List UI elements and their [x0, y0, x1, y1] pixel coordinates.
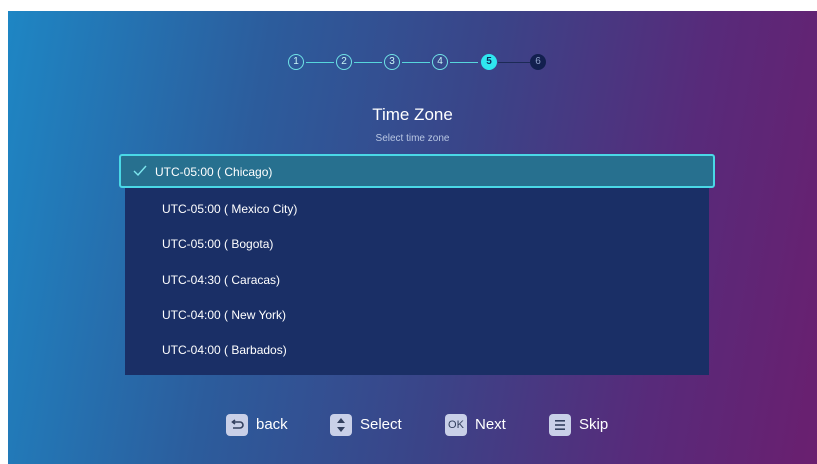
menu-icon: [549, 414, 571, 436]
select-label: Select: [360, 416, 402, 433]
timezone-label: UTC-04:00 ( New York): [162, 308, 287, 322]
page-subtitle: Select time zone: [375, 133, 450, 144]
timezone-label: UTC-05:00 ( Bogota): [162, 237, 274, 251]
stepper-connector: [450, 62, 478, 63]
setup-stepper: 1 2 3 4 5 6: [8, 51, 817, 75]
timezone-item[interactable]: UTC-05:00 ( Bogota): [125, 226, 709, 261]
stepper-connector: [498, 62, 530, 63]
step-3: 3: [384, 54, 400, 70]
back-key-icon: [226, 414, 248, 436]
step-1: 1: [288, 54, 304, 70]
stepper-connector: [306, 62, 334, 63]
step-2: 2: [336, 54, 352, 70]
next-label: Next: [475, 416, 506, 433]
skip-label: Skip: [579, 416, 609, 433]
step-4: 4: [432, 54, 448, 70]
ok-key-icon: OK: [445, 414, 467, 436]
page-title: Time Zone: [372, 105, 453, 124]
timezone-item[interactable]: UTC-04:00 ( Barbados): [125, 332, 709, 367]
timezone-label: UTC-04:30 ( Caracas): [162, 273, 281, 287]
up-down-arrows-icon: [330, 414, 352, 436]
timezone-label: UTC-05:00 ( Chicago): [155, 165, 273, 179]
timezone-item-selected[interactable]: UTC-05:00 ( Chicago): [119, 154, 715, 188]
timezone-item[interactable]: UTC-04:30 ( Caracas): [125, 262, 709, 297]
timezone-item[interactable]: UTC-05:00 ( Mexico City): [125, 191, 709, 226]
step-5-current: 5: [481, 54, 497, 70]
timezone-label: UTC-04:00 ( Barbados): [162, 343, 287, 357]
step-6: 6: [530, 54, 546, 70]
checkmark-icon: [133, 165, 147, 177]
back-label: back: [256, 416, 288, 433]
timezone-label: UTC-05:00 ( Mexico City): [162, 202, 298, 216]
setup-screen: 1 2 3 4 5 6 Time Zone Select time zone U…: [8, 11, 817, 464]
stepper-connector: [402, 62, 430, 63]
timezone-item[interactable]: UTC-04:00 ( New York): [125, 297, 709, 332]
stepper-connector: [354, 62, 382, 63]
